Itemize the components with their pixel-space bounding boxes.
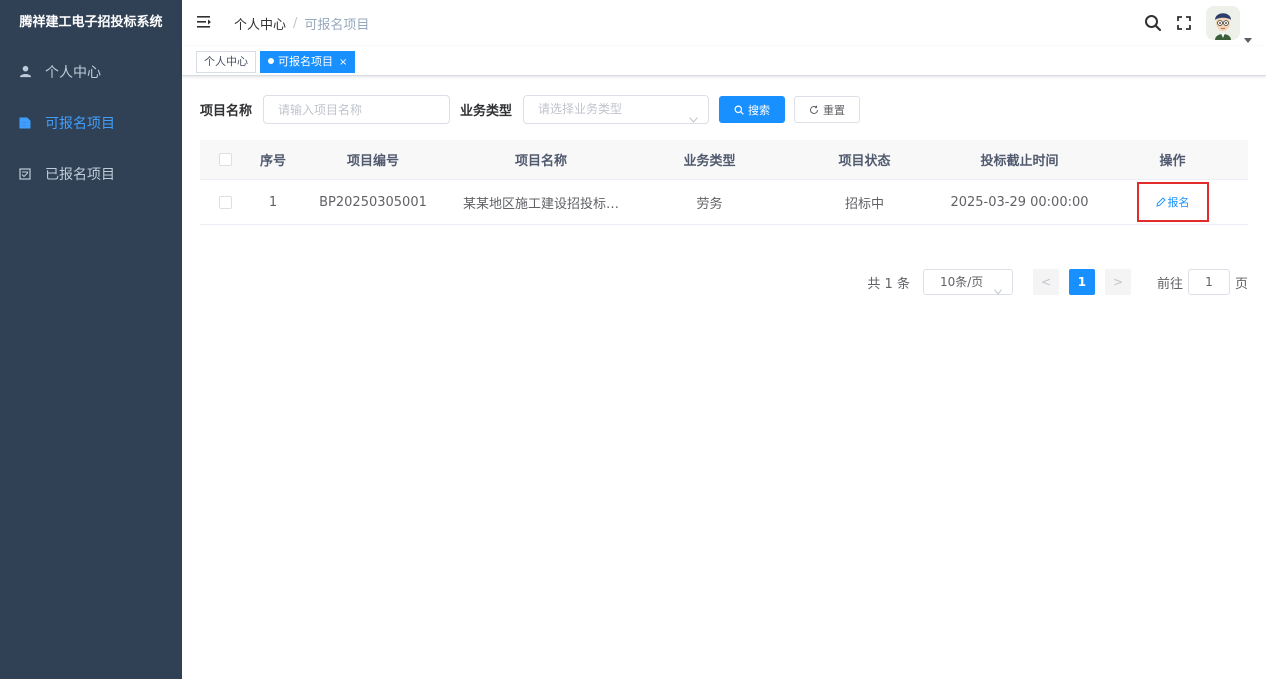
header-right-menu (1144, 0, 1266, 46)
cell-index: 1 (268, 194, 278, 210)
search-form: 项目名称 业务类型 请选择业务类型 搜索 重置 (200, 95, 861, 124)
row-checkbox[interactable] (218, 195, 232, 209)
cell-action: 报名 (1097, 182, 1248, 222)
chevron-down-icon (689, 106, 698, 123)
cell-code: BP20250305001 (319, 194, 427, 210)
table-header: 序号 项目编号 项目名称 业务类型 项目状态 投标截止时间 操作 (200, 140, 1248, 180)
goto-unit-label: 页 (1234, 276, 1248, 292)
pagination: 共 1 条 10条/页 < 1 > 前往 页 (867, 269, 1266, 295)
avatar[interactable] (1206, 6, 1240, 40)
sidebar-item-available-projects[interactable]: 可报名项目 (0, 97, 182, 148)
sidebar-item-label: 可报名项目 (45, 115, 115, 132)
close-icon[interactable]: × (339, 57, 347, 68)
top-navbar: 个人中心 / 可报名项目 (182, 0, 1266, 46)
cell-type: 劳务 (696, 196, 723, 212)
business-type-placeholder: 请选择业务类型 (538, 102, 623, 116)
sidebar-menu: 个人中心 可报名项目 已报名项目 (0, 46, 182, 199)
search-button[interactable]: 搜索 (719, 96, 786, 123)
search-icon (734, 105, 744, 115)
sidebar-item-personal-center[interactable]: 个人中心 (0, 46, 182, 97)
projects-table: 序号 项目编号 项目名称 业务类型 项目状态 投标截止时间 操作 1 BP202… (200, 140, 1248, 225)
tag-label: 可报名项目 (278, 55, 333, 68)
page-size-select[interactable]: 10条/页 (922, 269, 1013, 295)
business-type-select[interactable]: 请选择业务类型 (523, 95, 710, 124)
row-select-cell (200, 195, 250, 209)
register-button-label: 报名 (1167, 196, 1190, 209)
sidebar: 腾祥建工电子招投标系统 个人中心 可报名项目 已报名项目 (0, 0, 182, 679)
cell-deadline: 2025-03-29 00:00:00 (950, 194, 1089, 210)
next-page-button[interactable]: > (1104, 269, 1131, 295)
column-header-code: 项目编号 (346, 154, 399, 169)
reset-button[interactable]: 重置 (794, 96, 861, 123)
register-button[interactable]: 报名 (1136, 182, 1209, 222)
fullscreen-icon[interactable] (1176, 15, 1192, 31)
tags-view: 个人中心 可报名项目 × (182, 46, 1266, 76)
chevron-down-icon (994, 279, 1002, 295)
document-icon (18, 116, 32, 130)
column-header-deadline: 投标截止时间 (980, 154, 1059, 169)
column-header-name: 项目名称 (514, 154, 567, 169)
cell-name: 某某地区施工建设招投标… (462, 196, 619, 212)
app-root: 腾祥建工电子招投标系统 个人中心 可报名项目 已报名项目 个人中心 / 可报名项… (0, 0, 1266, 679)
refresh-icon (810, 105, 819, 114)
sidebar-item-label: 已报名项目 (45, 166, 115, 183)
active-dot-icon (268, 58, 274, 64)
column-header-type: 业务类型 (683, 154, 736, 169)
column-header-index: 序号 (259, 154, 286, 169)
hamburger-icon[interactable] (196, 14, 214, 32)
search-icon[interactable] (1144, 14, 1162, 32)
project-name-input[interactable] (263, 95, 451, 124)
table-row: 1 BP20250305001 某某地区施工建设招投标… 劳务 招标中 2025… (200, 180, 1248, 225)
checklist-icon (18, 167, 32, 181)
search-button-label: 搜索 (748, 103, 771, 117)
caret-down-icon[interactable] (1244, 29, 1252, 43)
breadcrumb-item-personal-center[interactable]: 个人中心 (234, 14, 286, 33)
edit-icon (1155, 197, 1166, 207)
business-type-label: 业务类型 (460, 104, 513, 119)
select-all-cell (200, 153, 250, 166)
app-title: 腾祥建工电子招投标系统 (19, 15, 163, 30)
sidebar-item-label: 个人中心 (45, 64, 101, 81)
breadcrumb-separator: / (293, 16, 298, 31)
page-size-value: 10条/页 (939, 275, 984, 289)
goto-page-input[interactable] (1187, 269, 1230, 295)
pagination-total: 共 1 条 (867, 276, 910, 292)
tag-available-projects[interactable]: 可报名项目 × (260, 51, 356, 73)
prev-page-button[interactable]: < (1032, 269, 1059, 295)
breadcrumb: 个人中心 / 可报名项目 (234, 14, 369, 33)
user-icon (18, 65, 32, 79)
breadcrumb-item-current: 可报名项目 (304, 18, 370, 33)
select-all-checkbox[interactable] (218, 153, 232, 166)
reset-button-label: 重置 (823, 103, 846, 117)
sidebar-item-registered-projects[interactable]: 已报名项目 (0, 148, 182, 199)
page-number-current[interactable]: 1 (1068, 269, 1095, 295)
column-header-action: 操作 (1159, 154, 1186, 169)
project-name-label: 项目名称 (200, 104, 253, 119)
column-header-status: 项目状态 (838, 154, 891, 169)
goto-label: 前往 (1156, 276, 1183, 292)
cell-status: 招标中 (844, 196, 884, 212)
tag-personal-center[interactable]: 个人中心 (196, 51, 256, 73)
